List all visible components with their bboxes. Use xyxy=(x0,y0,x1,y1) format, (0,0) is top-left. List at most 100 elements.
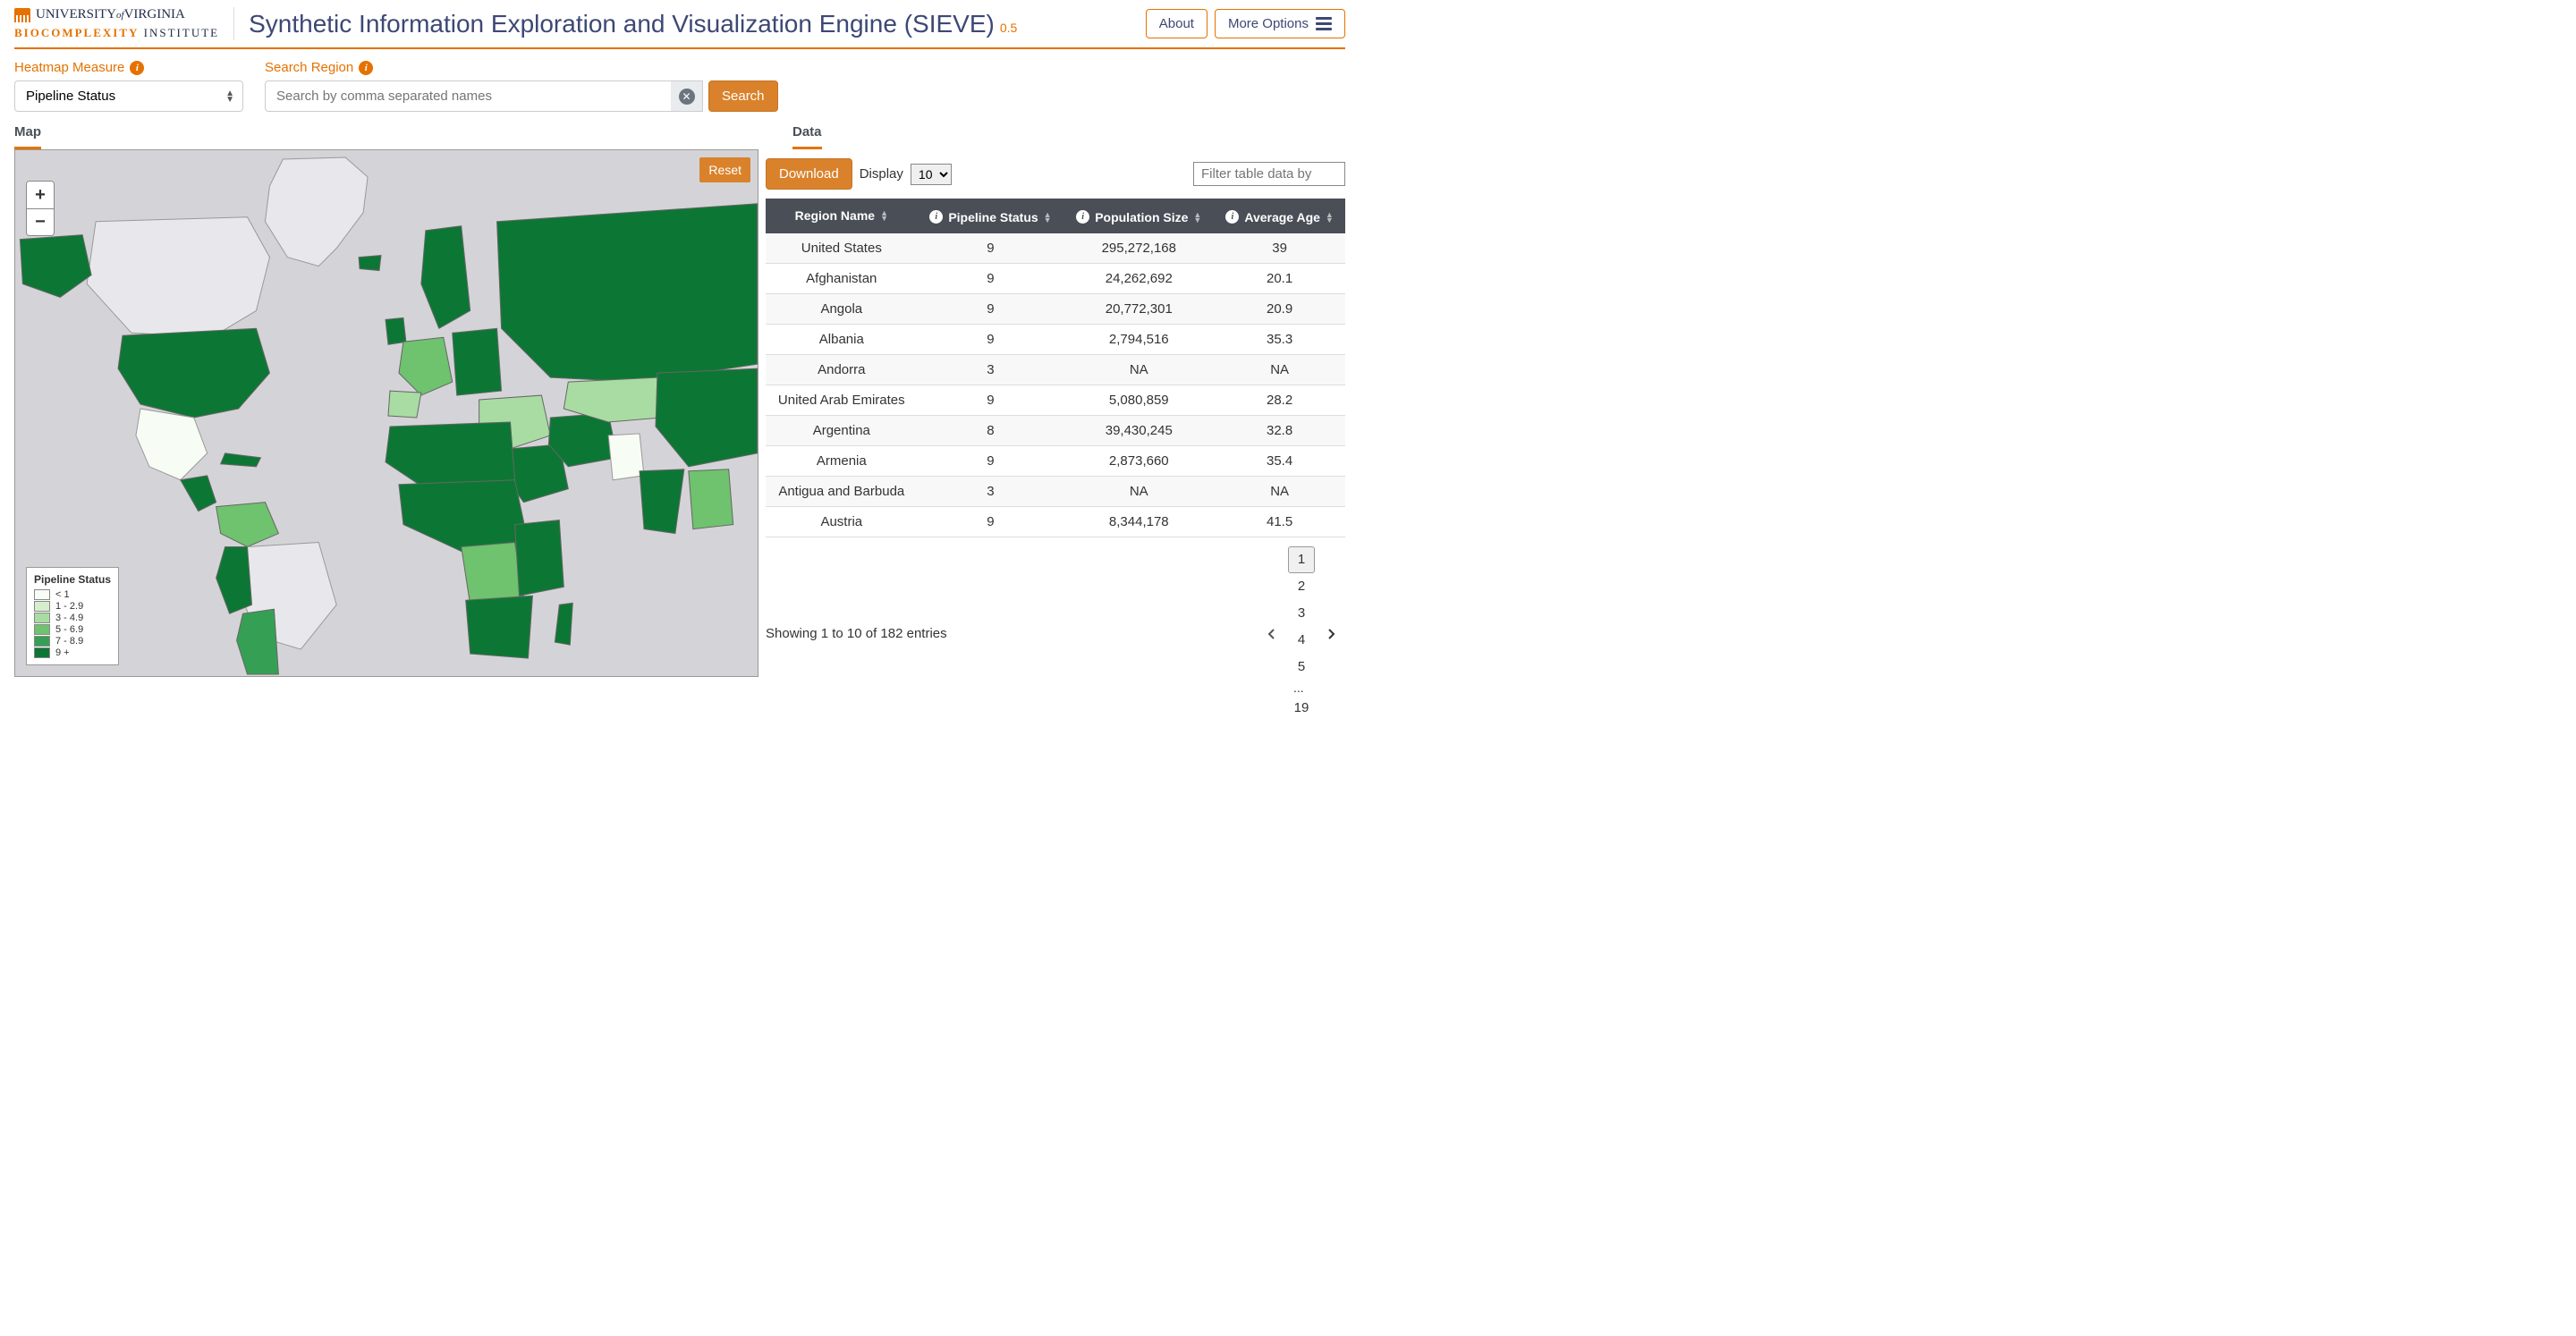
column-header[interactable]: i Pipeline Status ▲▼ xyxy=(918,199,1064,233)
table-row[interactable]: United Arab Emirates95,080,85928.2 xyxy=(766,385,1345,415)
heatmap-measure-label: Heatmap Measure i xyxy=(14,60,243,75)
table-row[interactable]: Armenia92,873,66035.4 xyxy=(766,445,1345,476)
legend-label: < 1 xyxy=(55,589,70,600)
table-cell: United States xyxy=(766,233,918,264)
app-header: UNIVERSITYofVIRGINIA BIOCOMPLEXITY INSTI… xyxy=(0,0,1360,44)
table-row[interactable]: United States9295,272,16839 xyxy=(766,233,1345,264)
table-row[interactable]: Austria98,344,17841.5 xyxy=(766,506,1345,537)
table-row[interactable]: Antigua and Barbuda3NANA xyxy=(766,476,1345,506)
legend-row: 7 - 8.9 xyxy=(34,636,111,647)
table-row[interactable]: Andorra3NANA xyxy=(766,354,1345,385)
org-name-sub: BIOCOMPLEXITY INSTITUTE xyxy=(14,26,219,40)
column-header[interactable]: Region Name ▲▼ xyxy=(766,199,918,233)
data-panel: Download Display 10 Region Name ▲▼i Pipe… xyxy=(766,149,1345,731)
table-cell: 3 xyxy=(918,354,1064,385)
table-cell: 32.8 xyxy=(1214,415,1345,445)
table-cell: NA xyxy=(1214,476,1345,506)
table-row[interactable]: Afghanistan924,262,69220.1 xyxy=(766,263,1345,293)
legend-label: 1 - 2.9 xyxy=(55,601,83,612)
search-region-label: Search Region i xyxy=(265,60,778,75)
table-cell: 20.9 xyxy=(1214,293,1345,324)
tab-data[interactable]: Data xyxy=(792,117,822,149)
next-page-button[interactable] xyxy=(1318,621,1345,647)
column-header[interactable]: i Population Size ▲▼ xyxy=(1063,199,1214,233)
page-button[interactable]: 4 xyxy=(1288,627,1315,654)
page-ellipsis: ... xyxy=(1288,681,1309,695)
table-cell: Austria xyxy=(766,506,918,537)
prev-page-button[interactable] xyxy=(1258,621,1284,647)
close-icon: ✕ xyxy=(679,89,695,105)
table-cell: Afghanistan xyxy=(766,263,918,293)
table-cell: United Arab Emirates xyxy=(766,385,918,415)
heatmap-measure-select[interactable]: Pipeline Status xyxy=(14,80,243,112)
legend-title: Pipeline Status xyxy=(34,573,111,586)
org-logo: UNIVERSITYofVIRGINIA BIOCOMPLEXITY INSTI… xyxy=(14,7,234,40)
table-cell: 2,794,516 xyxy=(1063,324,1214,354)
more-options-button[interactable]: More Options xyxy=(1215,9,1345,38)
world-map[interactable]: Reset + − xyxy=(14,149,758,677)
rotunda-icon xyxy=(14,8,30,22)
table-cell: 20,772,301 xyxy=(1063,293,1214,324)
filter-table-input[interactable] xyxy=(1193,162,1345,186)
table-cell: 39,430,245 xyxy=(1063,415,1214,445)
chevron-right-icon xyxy=(1327,628,1336,640)
info-icon[interactable]: i xyxy=(130,61,144,75)
search-button[interactable]: Search xyxy=(708,80,778,112)
display-count-select[interactable]: 10 xyxy=(911,164,952,185)
map-legend: Pipeline Status < 11 - 2.93 - 4.95 - 6.9… xyxy=(26,567,119,665)
legend-row: 3 - 4.9 xyxy=(34,613,111,623)
legend-swatch xyxy=(34,589,50,600)
choropleth-map xyxy=(15,150,758,676)
table-cell: NA xyxy=(1214,354,1345,385)
page-button[interactable]: 3 xyxy=(1288,600,1315,627)
table-cell: 295,272,168 xyxy=(1063,233,1214,264)
table-cell: 35.4 xyxy=(1214,445,1345,476)
table-row[interactable]: Argentina839,430,24532.8 xyxy=(766,415,1345,445)
table-cell: 9 xyxy=(918,233,1064,264)
legend-row: 1 - 2.9 xyxy=(34,601,111,612)
zoom-in-button[interactable]: + xyxy=(27,182,54,208)
column-header[interactable]: i Average Age ▲▼ xyxy=(1214,199,1345,233)
table-row[interactable]: Albania92,794,51635.3 xyxy=(766,324,1345,354)
app-version: 0.5 xyxy=(1000,21,1017,35)
sort-icon: ▲▼ xyxy=(880,210,888,221)
data-table: Region Name ▲▼i Pipeline Status ▲▼i Popu… xyxy=(766,199,1345,537)
column-label: Population Size xyxy=(1095,210,1188,224)
tab-map[interactable]: Map xyxy=(14,117,41,149)
table-cell: 9 xyxy=(918,506,1064,537)
reset-map-button[interactable]: Reset xyxy=(699,157,750,182)
page-button[interactable]: 19 xyxy=(1288,695,1315,722)
table-cell: 9 xyxy=(918,293,1064,324)
legend-label: 5 - 6.9 xyxy=(55,624,83,635)
column-label: Region Name xyxy=(795,208,875,223)
page-button[interactable]: 1 xyxy=(1288,546,1315,573)
table-cell: 35.3 xyxy=(1214,324,1345,354)
table-cell: 5,080,859 xyxy=(1063,385,1214,415)
info-icon: i xyxy=(1076,210,1089,224)
download-button[interactable]: Download xyxy=(766,158,852,190)
table-cell: Armenia xyxy=(766,445,918,476)
info-icon[interactable]: i xyxy=(359,61,373,75)
table-cell: 8 xyxy=(918,415,1064,445)
zoom-out-button[interactable]: − xyxy=(27,208,54,235)
legend-label: 3 - 4.9 xyxy=(55,613,83,623)
page-button[interactable]: 5 xyxy=(1288,654,1315,681)
table-cell: Angola xyxy=(766,293,918,324)
page-button[interactable]: 2 xyxy=(1288,573,1315,600)
table-cell: 20.1 xyxy=(1214,263,1345,293)
table-cell: Argentina xyxy=(766,415,918,445)
sort-icon: ▲▼ xyxy=(1193,212,1201,223)
clear-search-button[interactable]: ✕ xyxy=(671,80,703,112)
table-cell: 9 xyxy=(918,385,1064,415)
table-cell: 9 xyxy=(918,445,1064,476)
search-region-input[interactable] xyxy=(265,80,703,112)
about-button[interactable]: About xyxy=(1146,9,1208,38)
legend-swatch xyxy=(34,647,50,658)
table-row[interactable]: Angola920,772,30120.9 xyxy=(766,293,1345,324)
column-label: Pipeline Status xyxy=(948,210,1038,224)
tabs-row: Map Data xyxy=(0,117,1360,149)
table-cell: 2,873,660 xyxy=(1063,445,1214,476)
app-title: Synthetic Information Exploration and Vi… xyxy=(249,10,995,38)
more-options-label: More Options xyxy=(1228,16,1309,31)
chevron-left-icon xyxy=(1267,628,1275,640)
